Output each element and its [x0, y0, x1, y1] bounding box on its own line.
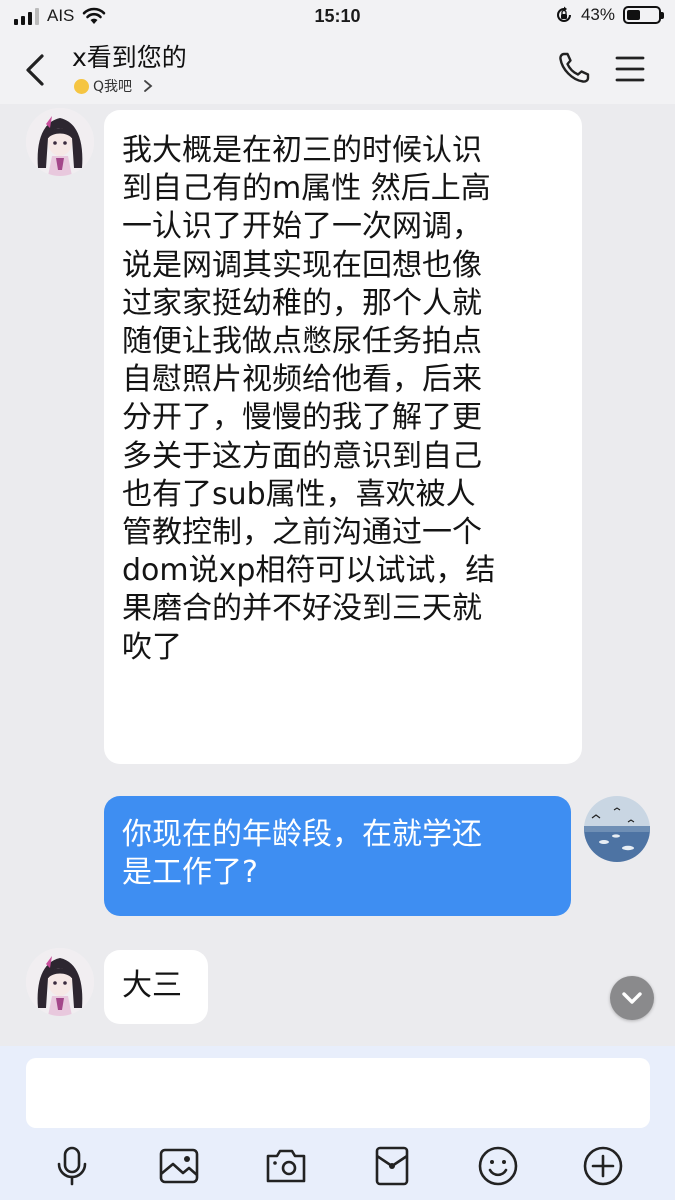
status-text: Q我吧: [93, 79, 133, 95]
chat-title[interactable]: x看到您的: [72, 38, 187, 74]
smile-icon: [74, 78, 89, 94]
message-line: 分开了，慢慢的我了解了更: [122, 400, 482, 436]
message-line: 过家家挺幼稚的，那个人就: [122, 285, 482, 321]
message-line: 说是网调其实现在回想也像: [122, 247, 482, 283]
scroll-to-bottom-button[interactable]: [610, 976, 654, 1020]
plus-icon[interactable]: [581, 1144, 625, 1188]
anime-avatar-image: [26, 948, 94, 1016]
red-packet-icon[interactable]: [370, 1144, 414, 1188]
contact-status[interactable]: Q我吧: [74, 76, 154, 96]
battery-icon: [623, 6, 664, 24]
message-line: 也有了sub属性，喜欢被人: [122, 476, 476, 512]
message-line: 大三: [122, 968, 182, 1003]
menu-icon[interactable]: [614, 54, 646, 84]
camera-icon[interactable]: [264, 1144, 308, 1188]
seascape-avatar-image: [584, 796, 650, 862]
message-line: 我大概是在初三的时候认识: [122, 133, 482, 168]
contact-avatar[interactable]: [26, 948, 94, 1016]
status-right: 43%: [555, 5, 664, 25]
outgoing-message[interactable]: 你现在的年龄段，在就学还 是工作了?: [104, 796, 571, 916]
message-line: 果磨合的并不好没到三天就: [122, 591, 482, 627]
contact-avatar[interactable]: [26, 108, 94, 176]
message-line: 你现在的年龄段，在就学还: [122, 817, 482, 852]
battery-fill: [627, 10, 640, 20]
chevron-right-icon: [144, 80, 153, 92]
self-avatar[interactable]: [584, 796, 650, 862]
phone-icon[interactable]: [556, 50, 592, 86]
rotation-lock-icon: [557, 6, 571, 22]
message-line: 自慰照片视频给他看，后来: [122, 362, 482, 398]
message-list[interactable]: 我大概是在初三的时候认识 到自己有的m属性 然后上高 一认识了开始了一次网调， …: [0, 104, 675, 1046]
chat-header: x看到您的 Q我吧: [0, 34, 675, 104]
message-line: 多关于这方面的意识到自己: [122, 438, 482, 474]
emoji-icon[interactable]: [476, 1144, 520, 1188]
message-line: 吹了: [122, 629, 182, 665]
message-line: 管教控制，之前沟通过一个: [122, 515, 482, 551]
incoming-message[interactable]: 我大概是在初三的时候认识 到自己有的m属性 然后上高 一认识了开始了一次网调， …: [104, 110, 582, 764]
message-line: 是工作了?: [122, 855, 258, 891]
image-icon[interactable]: [157, 1144, 201, 1188]
message-line: 到自己有的m属性 然后上高: [122, 171, 491, 207]
battery-percent: 43%: [580, 5, 615, 24]
chevron-left-icon[interactable]: [20, 50, 52, 90]
message-line: dom说xp相符可以试试，结: [122, 553, 496, 589]
input-zone: [0, 1046, 675, 1200]
anime-avatar-image: [26, 108, 94, 176]
microphone-icon[interactable]: [50, 1144, 94, 1188]
message-line: 一认识了开始了一次网调，: [122, 209, 482, 245]
message-line: 随便让我做点憋尿任务拍点: [122, 324, 482, 360]
status-bar: AIS 15:10 43%: [0, 0, 675, 34]
chevron-down-icon: [622, 992, 642, 1004]
message-input[interactable]: [26, 1058, 650, 1128]
incoming-message[interactable]: 大三: [104, 950, 208, 1024]
